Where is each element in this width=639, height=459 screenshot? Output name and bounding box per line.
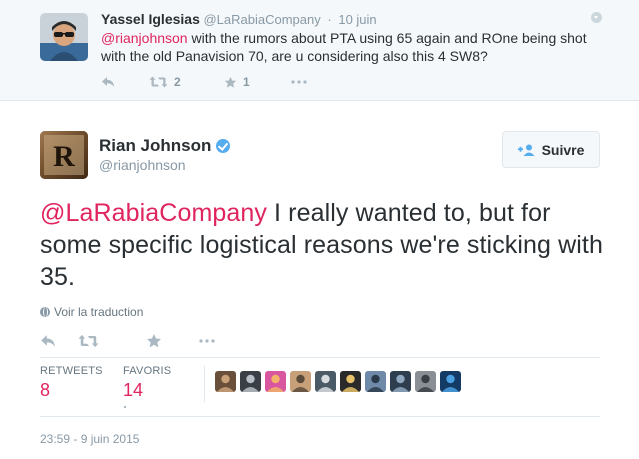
favoriter-avatar-10[interactable] — [440, 371, 461, 392]
main-tweet-avatar[interactable]: R — [40, 131, 88, 179]
parent-tweet-header: Yassel Iglesias @LaRabiaCompany · 10 jui… — [101, 11, 377, 27]
favoriter-avatar-1[interactable] — [215, 371, 236, 392]
parent-timestamp[interactable]: 10 juin — [338, 12, 376, 27]
main-more-button[interactable] — [198, 330, 216, 352]
favoriter-avatar-3[interactable] — [265, 371, 286, 392]
parent-options-caret-icon[interactable] — [591, 12, 602, 23]
parent-favorite-count: 1 — [243, 75, 250, 89]
translate-link[interactable]: Voir la traduction — [40, 305, 143, 319]
parent-retweet-button[interactable]: 2 — [149, 73, 181, 91]
main-favorite-button[interactable] — [146, 330, 162, 352]
more-icon — [291, 80, 307, 84]
favoriter-avatar-7[interactable] — [365, 371, 386, 392]
stats-dot — [124, 406, 126, 408]
parent-author-handle[interactable]: @LaRabiaCompany — [203, 12, 320, 27]
parent-favorite-button[interactable]: 1 — [224, 73, 250, 91]
favoriter-avatar-6[interactable] — [340, 371, 361, 392]
avatar-letter: R — [53, 140, 75, 173]
stats-divider-top — [40, 357, 600, 358]
parent-tweet[interactable]: Yassel Iglesias @LaRabiaCompany · 10 jui… — [0, 0, 639, 101]
stats-separator — [204, 366, 205, 402]
favoriter-avatar-5[interactable] — [315, 371, 336, 392]
parent-retweet-count: 2 — [174, 75, 181, 89]
reply-icon — [102, 77, 114, 87]
star-icon — [224, 76, 237, 88]
globe-icon — [40, 307, 50, 317]
parent-reply-button[interactable] — [101, 73, 115, 91]
favoriter-avatar-2[interactable] — [240, 371, 261, 392]
main-reply-button[interactable] — [40, 330, 56, 352]
parent-mention-link[interactable]: @rianjohnson — [101, 30, 188, 46]
retweets-label: RETWEETS — [40, 365, 103, 377]
favoriter-avatars — [215, 371, 465, 392]
main-author-name[interactable]: Rian Johnson — [99, 136, 211, 156]
parent-author-name[interactable]: Yassel Iglesias — [101, 11, 200, 27]
favorites-count: 14 — [123, 380, 144, 400]
main-retweet-button[interactable] — [78, 330, 99, 352]
retweet-icon — [149, 76, 168, 88]
reply-icon — [41, 335, 55, 347]
star-icon — [147, 334, 161, 348]
favoriter-avatar-9[interactable] — [415, 371, 436, 392]
main-author-handle[interactable]: @rianjohnson — [99, 157, 186, 173]
more-icon — [199, 339, 215, 343]
favorites-stat[interactable]: FAVORIS 14 — [123, 365, 171, 401]
main-author-name-row: Rian Johnson — [99, 136, 231, 156]
parent-more-button[interactable] — [291, 73, 307, 91]
favoriter-avatar-4[interactable] — [290, 371, 311, 392]
stats-divider-bottom — [40, 416, 600, 417]
add-user-icon — [517, 144, 535, 156]
main-mention-link[interactable]: @LaRabiaCompany — [40, 199, 267, 227]
parent-tweet-avatar[interactable] — [40, 13, 88, 61]
tweet-timestamp[interactable]: 23:59 - 9 juin 2015 — [40, 432, 139, 446]
retweets-stat[interactable]: RETWEETS 8 — [40, 365, 103, 401]
follow-button-label: Suivre — [541, 141, 585, 158]
translate-label: Voir la traduction — [54, 305, 144, 319]
follow-button[interactable]: Suivre — [502, 131, 600, 168]
favoriter-avatar-8[interactable] — [390, 371, 411, 392]
parent-tweet-text: @rianjohnson with the rumors about PTA u… — [101, 29, 601, 65]
verified-badge-icon — [216, 139, 231, 153]
favorites-label: FAVORIS — [123, 365, 172, 377]
parent-separator: · — [327, 12, 332, 27]
retweet-icon — [78, 334, 99, 348]
main-tweet-text: @LaRabiaCompany I really wanted to, but … — [40, 197, 610, 293]
retweets-count: 8 — [40, 380, 51, 400]
